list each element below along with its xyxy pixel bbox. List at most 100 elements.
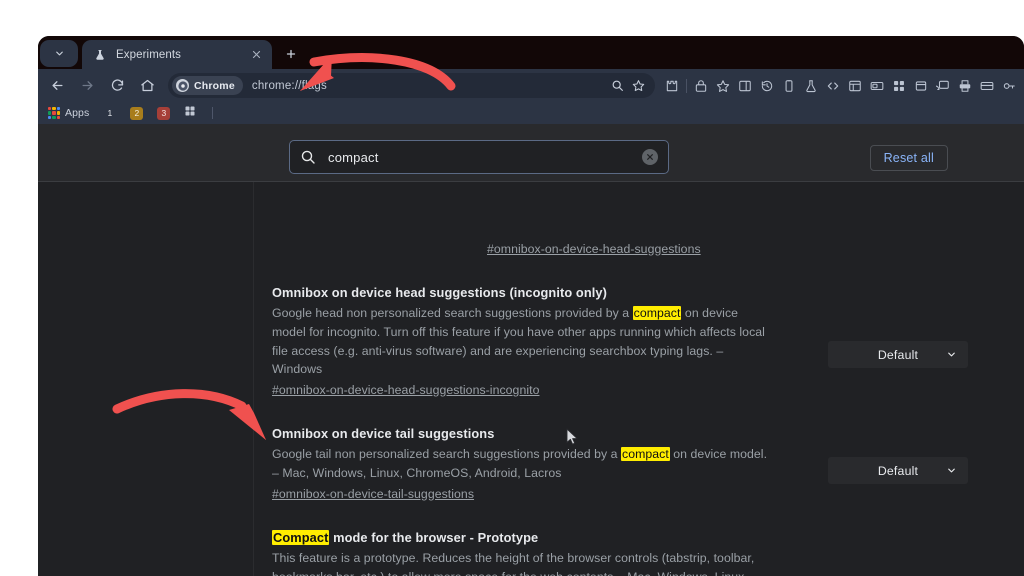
home-icon bbox=[140, 79, 154, 92]
flag-control: Default bbox=[772, 529, 1024, 576]
flags-page: compact Reset all #omnibox-on-device-hea… bbox=[38, 124, 1024, 576]
home-button[interactable] bbox=[134, 73, 160, 99]
extensions-puzzle-icon[interactable] bbox=[661, 74, 683, 98]
arrow-right-icon bbox=[82, 81, 92, 90]
flag-select-value: Default bbox=[877, 347, 919, 362]
flag-anchor-link[interactable]: #omnibox-on-device-tail-suggestions bbox=[272, 487, 474, 501]
flag-title: Compact mode for the browser - Prototype bbox=[272, 529, 772, 546]
flag-description: This feature is a prototype. Reduces the… bbox=[272, 549, 772, 576]
search-match-highlight: Compact bbox=[272, 529, 330, 545]
bookmark-overflow[interactable] bbox=[184, 104, 196, 122]
devtools-code-icon[interactable] bbox=[822, 74, 844, 98]
tab-group-icon[interactable] bbox=[910, 74, 932, 98]
flag-list: #omnibox-on-device-head-suggestions Omni… bbox=[253, 182, 1024, 576]
flag-text: Omnibox on device head suggestions (inco… bbox=[272, 284, 772, 399]
media-icon[interactable] bbox=[866, 74, 888, 98]
battery-icon[interactable] bbox=[778, 74, 800, 98]
toolbar-icon-group bbox=[661, 74, 1020, 98]
bookmarks-bar: Apps 1 2 3 bbox=[38, 102, 1024, 124]
search-match-highlight: compact bbox=[632, 306, 682, 321]
flags-body: #omnibox-on-device-head-suggestions Omni… bbox=[38, 182, 1024, 576]
flag-row: Omnibox on device tail suggestions Googl… bbox=[253, 399, 1024, 503]
bookmarks-divider bbox=[212, 107, 214, 119]
flag-title-part: Omnibox on device head suggestions (inco… bbox=[272, 285, 608, 300]
chrome-chip-label: Chrome bbox=[194, 79, 235, 92]
browser-tab[interactable]: Experiments bbox=[82, 40, 272, 69]
flag-text: Omnibox on device tail suggestions Googl… bbox=[272, 425, 772, 503]
bookmark-badge: 2 bbox=[130, 106, 144, 120]
bookmark-badge: 3 bbox=[157, 106, 171, 120]
chrome-logo-icon bbox=[176, 79, 189, 92]
flag-desc-part: Google tail non personalized search sugg… bbox=[272, 447, 621, 462]
flag-title-part: mode for the browser - Prototype bbox=[329, 529, 539, 545]
flask-icon bbox=[92, 47, 107, 62]
forward-button[interactable] bbox=[74, 73, 100, 99]
reload-button[interactable] bbox=[104, 73, 130, 99]
bookmark-item[interactable]: 3 bbox=[157, 106, 171, 120]
screen: Experiments Chrome chrome://flags Apps 1… bbox=[0, 0, 1024, 576]
side-panel-icon[interactable] bbox=[734, 74, 756, 98]
toolbar-divider bbox=[686, 78, 687, 93]
tab-title: Experiments bbox=[116, 48, 182, 61]
flag-select[interactable]: Default bbox=[828, 341, 968, 368]
star-icon[interactable] bbox=[628, 75, 649, 96]
apps-grid-icon bbox=[48, 107, 60, 119]
history-icon[interactable] bbox=[756, 74, 778, 98]
flag-title-part: Omnibox on device tail suggestions bbox=[272, 426, 495, 442]
flag-control: Default bbox=[772, 425, 1024, 503]
chrome-origin-chip[interactable]: Chrome bbox=[172, 76, 243, 95]
chevron-down-icon bbox=[946, 465, 957, 476]
password-key-icon[interactable] bbox=[998, 74, 1020, 98]
payment-card-icon[interactable] bbox=[976, 74, 998, 98]
address-bar[interactable]: Chrome chrome://flags bbox=[168, 73, 655, 98]
search-icon bbox=[300, 149, 316, 165]
bookmark-badge: 1 bbox=[103, 106, 117, 120]
plus-icon bbox=[286, 49, 296, 59]
search-flags-input[interactable]: compact bbox=[289, 140, 669, 174]
lock-icon[interactable] bbox=[690, 74, 712, 98]
flag-select[interactable]: Default bbox=[828, 457, 968, 485]
chevron-down-icon bbox=[55, 51, 63, 56]
reset-all-button[interactable]: Reset all bbox=[869, 145, 948, 171]
close-icon[interactable] bbox=[249, 47, 264, 62]
grid-icon bbox=[184, 104, 196, 122]
flag-title: Omnibox on device head suggestions (inco… bbox=[272, 284, 772, 301]
flag-control: Default bbox=[772, 284, 1024, 399]
flags-left-gutter bbox=[38, 182, 254, 576]
reading-list-icon[interactable] bbox=[844, 74, 866, 98]
bookmark-item[interactable]: 1 bbox=[103, 106, 117, 120]
browser-window: Experiments Chrome chrome://flags Apps 1… bbox=[38, 36, 1024, 576]
back-button[interactable] bbox=[44, 73, 70, 99]
tab-search-button[interactable] bbox=[40, 40, 78, 67]
flag-row: Omnibox on device head suggestions (inco… bbox=[253, 258, 1024, 399]
flags-header: compact Reset all bbox=[38, 124, 1024, 182]
print-icon[interactable] bbox=[954, 74, 976, 98]
address-bar-url: chrome://flags bbox=[251, 79, 327, 92]
omnibox-actions bbox=[607, 75, 649, 96]
new-tab-button[interactable] bbox=[279, 42, 303, 66]
cast-icon[interactable] bbox=[932, 74, 954, 98]
flag-anchor-link[interactable]: #omnibox-on-device-head-suggestions-inco… bbox=[272, 383, 539, 397]
reload-icon bbox=[111, 79, 123, 91]
flag-select-value: Default bbox=[877, 463, 919, 478]
star-outline-icon[interactable] bbox=[712, 74, 734, 98]
mouse-cursor bbox=[566, 428, 578, 445]
tab-strip: Experiments bbox=[38, 36, 1024, 69]
bookmark-apps-label: Apps bbox=[65, 107, 90, 119]
flag-description: Google tail non personalized search sugg… bbox=[272, 445, 772, 482]
flag-desc-part: Google head non personalized search sugg… bbox=[272, 306, 633, 321]
bookmark-apps[interactable]: Apps bbox=[48, 107, 89, 119]
magnifier-icon[interactable] bbox=[607, 75, 628, 96]
flag-title: Omnibox on device tail suggestions bbox=[272, 425, 772, 442]
apps-grid-icon[interactable] bbox=[888, 74, 910, 98]
flag-anchor-link[interactable]: #omnibox-on-device-head-suggestions bbox=[487, 242, 701, 256]
arrow-left-icon bbox=[52, 81, 62, 90]
bookmark-item[interactable]: 2 bbox=[130, 106, 144, 120]
close-circle-icon[interactable] bbox=[642, 149, 658, 165]
browser-toolbar: Chrome chrome://flags bbox=[38, 69, 1024, 102]
flask-icon[interactable] bbox=[800, 74, 822, 98]
flag-text: Compact mode for the browser - Prototype… bbox=[272, 529, 772, 576]
flag-desc-part: This feature is a prototype. Reduces the… bbox=[272, 550, 755, 576]
flag-row: Compact mode for the browser - Prototype… bbox=[253, 503, 1024, 576]
search-input-value: compact bbox=[328, 149, 379, 165]
